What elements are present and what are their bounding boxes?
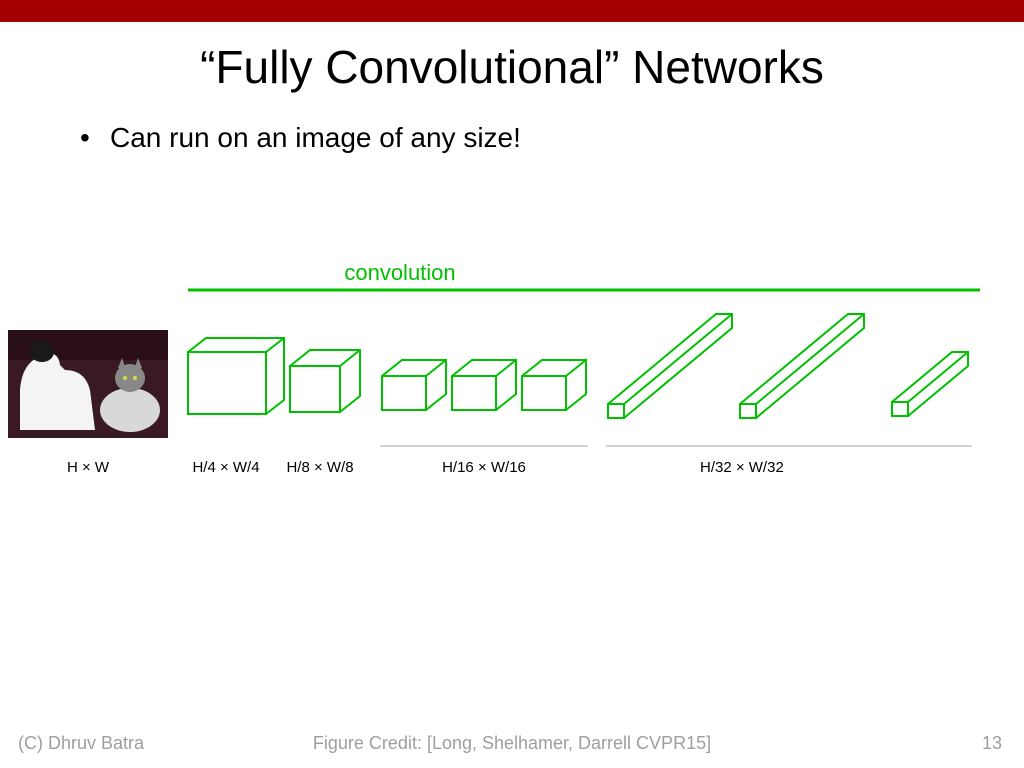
box-h8 xyxy=(290,350,360,412)
box-h4 xyxy=(188,338,284,414)
box-h16-b xyxy=(452,360,516,410)
box-h16-c xyxy=(522,360,586,410)
input-image xyxy=(8,330,168,438)
footer-page-number: 13 xyxy=(982,733,1002,754)
slide-title: “Fully Convolutional” Networks xyxy=(0,40,1024,94)
dim-label-h4: H/4 × W/4 xyxy=(192,459,259,476)
bullet-item: Can run on an image of any size! xyxy=(80,122,1024,154)
box-h32-b xyxy=(740,314,864,418)
convolution-label: convolution xyxy=(344,260,455,285)
dim-label-h16: H/16 × W/16 xyxy=(442,459,526,476)
bullet-list: Can run on an image of any size! xyxy=(80,122,1024,154)
footer-figure-credit: Figure Credit: [Long, Shelhamer, Darrell… xyxy=(0,733,1024,754)
dim-label-h8: H/8 × W/8 xyxy=(286,459,353,476)
feature-boxes xyxy=(188,314,968,418)
box-h16-a xyxy=(382,360,446,410)
top-accent-bar xyxy=(0,0,1024,22)
fcn-diagram: convolution xyxy=(0,250,1024,550)
dim-label-h32: H/32 × W/32 xyxy=(700,459,784,476)
box-h32-a xyxy=(608,314,732,418)
dim-label-hw: H × W xyxy=(67,459,110,476)
box-h32-c xyxy=(892,352,968,416)
